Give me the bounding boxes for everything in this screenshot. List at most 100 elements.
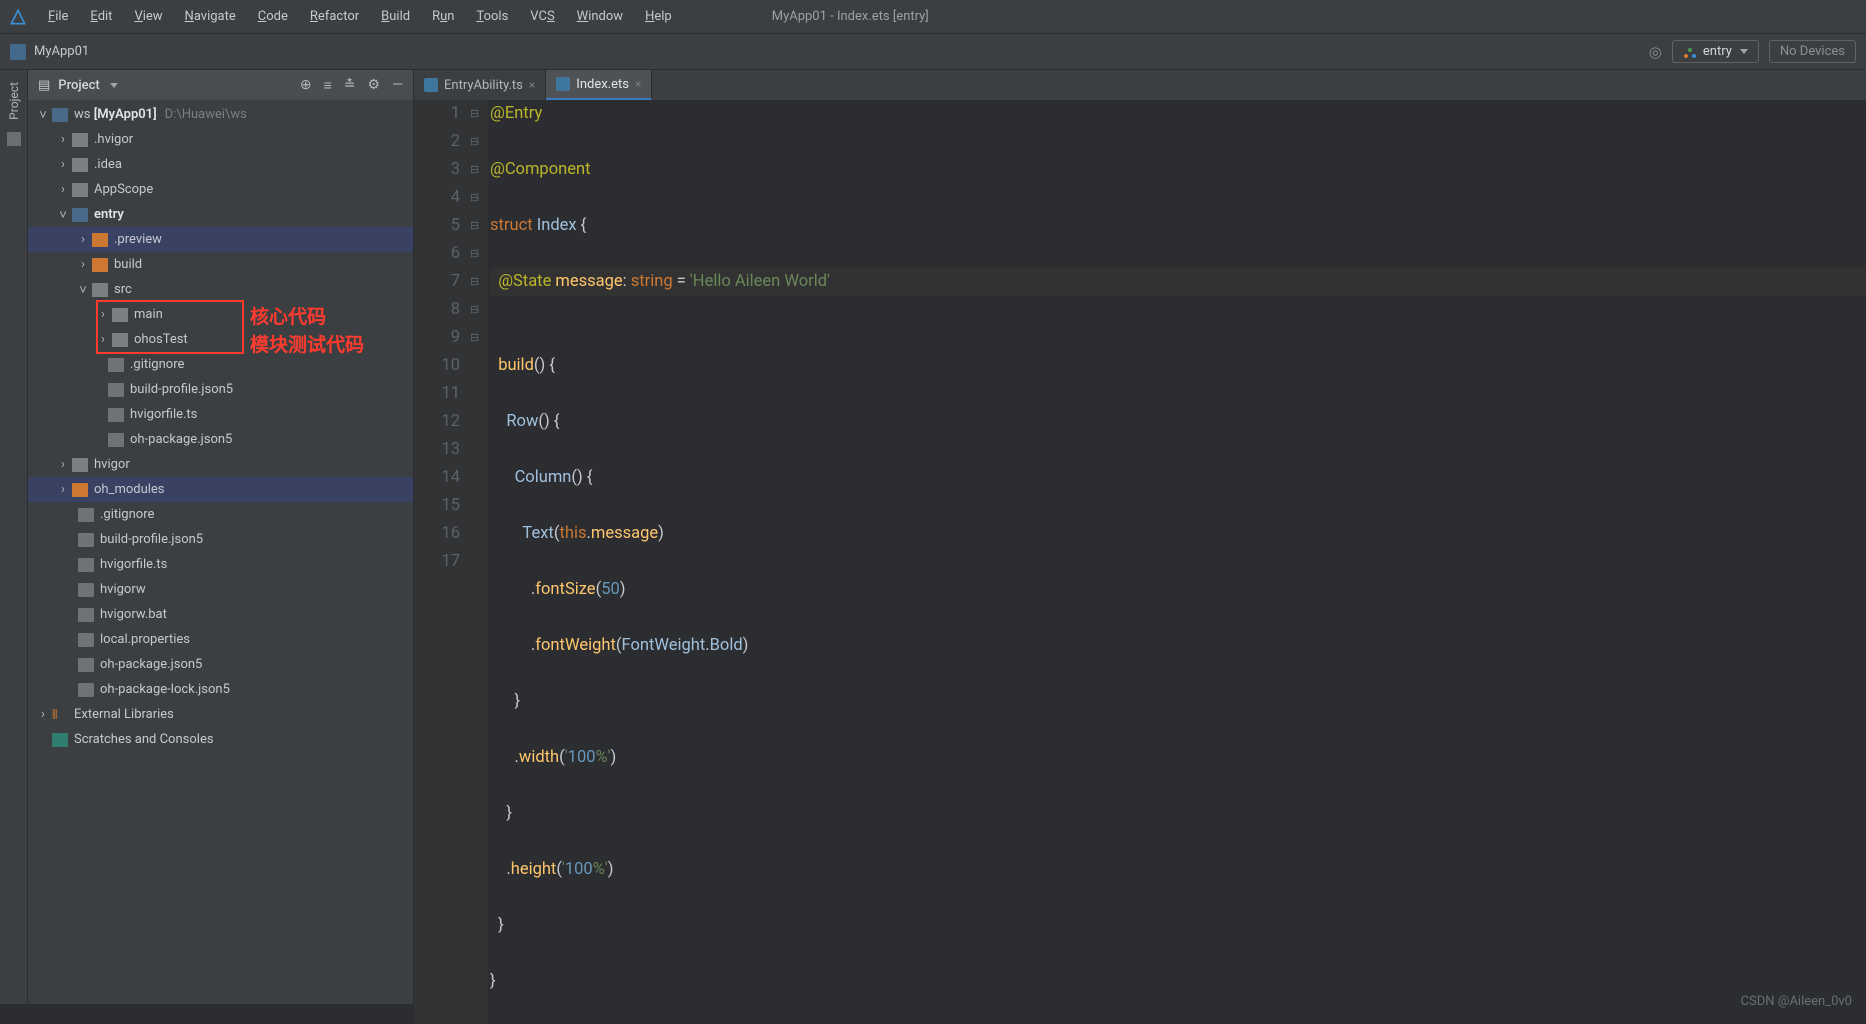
menu-run[interactable]: Run [422, 5, 464, 28]
tree-file[interactable]: oh-package-lock.json5 [28, 677, 413, 702]
tree-root[interactable]: ˅ ws [MyApp01] D:\Huawei\ws [28, 102, 413, 127]
file-icon [108, 383, 124, 397]
chevron-right-icon[interactable]: › [58, 157, 68, 172]
ets-file-icon [556, 77, 570, 91]
collapse-icon[interactable]: ≛ [344, 77, 356, 94]
folder-icon [72, 483, 88, 497]
tab-entryability[interactable]: EntryAbility.ts× [414, 70, 546, 100]
code-editor[interactable]: 1234567891011121314151617 ⊟⊟⊟⊟⊟⊟⊟⊟⊟ @Ent… [414, 100, 1866, 1024]
menu-bar: File Edit View Navigate Code Refactor Bu… [0, 0, 1866, 34]
tree-file[interactable]: .gitignore [28, 502, 413, 527]
file-icon [78, 633, 94, 647]
tree-file[interactable]: hvigorw.bat [28, 602, 413, 627]
tree-file[interactable]: hvigorfile.ts [28, 402, 413, 427]
menu-build[interactable]: Build [371, 5, 420, 28]
file-icon [78, 683, 94, 697]
chevron-right-icon[interactable]: › [98, 307, 108, 322]
project-view-icon: ▤ [38, 78, 50, 93]
device-select[interactable]: No Devices [1769, 40, 1856, 63]
tab-index-ets[interactable]: Index.ets× [546, 70, 652, 100]
menu-view[interactable]: View [124, 5, 172, 28]
app-logo-icon [8, 7, 28, 27]
chevron-right-icon[interactable]: › [58, 132, 68, 147]
chevron-right-icon[interactable]: › [98, 332, 108, 347]
tree-file[interactable]: .gitignore [28, 352, 413, 377]
menu-code[interactable]: Code [248, 5, 298, 28]
menu-edit[interactable]: Edit [80, 5, 122, 28]
tree-file[interactable]: oh-package.json5 [28, 427, 413, 452]
file-icon [78, 583, 94, 597]
locate-icon[interactable]: ⊕ [300, 77, 312, 94]
tree-folder-entry[interactable]: ˅entry [28, 202, 413, 227]
library-icon: ⫴ [52, 708, 68, 722]
tree-file[interactable]: hvigorw [28, 577, 413, 602]
tree-folder-hvigor[interactable]: ›.hvigor [28, 127, 413, 152]
menu-tools[interactable]: Tools [466, 5, 518, 28]
tree-file[interactable]: local.properties [28, 627, 413, 652]
chevron-right-icon[interactable]: › [58, 182, 68, 197]
left-tool-strip: Project [0, 70, 28, 1004]
tree-folder-src[interactable]: ˅src [28, 277, 413, 302]
folder-icon [92, 233, 108, 247]
gear-icon[interactable]: ⚙ [368, 77, 381, 94]
tree-folder-ohmodules[interactable]: ›oh_modules [28, 477, 413, 502]
menu-help[interactable]: Help [635, 5, 682, 28]
project-panel-title[interactable]: Project [58, 78, 99, 93]
watermark: CSDN @Aileen_0v0 [1741, 988, 1852, 1016]
project-tree[interactable]: ˅ ws [MyApp01] D:\Huawei\ws ›.hvigor ›.i… [28, 100, 413, 1004]
scratches-icon [52, 733, 68, 747]
folder-icon [112, 308, 128, 322]
tree-external-libraries[interactable]: ›⫴External Libraries [28, 702, 413, 727]
ts-file-icon [424, 78, 438, 92]
folder-icon [92, 258, 108, 272]
menu-window[interactable]: Window [567, 5, 633, 28]
breadcrumb[interactable]: MyApp01 [34, 44, 89, 59]
tree-file[interactable]: hvigorfile.ts [28, 552, 413, 577]
chevron-right-icon[interactable]: › [58, 457, 68, 472]
tree-file[interactable]: oh-package.json5 [28, 652, 413, 677]
menu-navigate[interactable]: Navigate [175, 5, 246, 28]
menu-vcs[interactable]: VCS [520, 5, 564, 28]
tree-file[interactable]: build-profile.json5 [28, 377, 413, 402]
editor-area: EntryAbility.ts× Index.ets× 123456789101… [414, 70, 1866, 1004]
code-content[interactable]: @Entry @Component struct Index { @State … [488, 100, 1866, 1024]
chevron-down-icon[interactable]: ˅ [38, 107, 48, 123]
file-icon [78, 558, 94, 572]
file-icon [78, 508, 94, 522]
chevron-right-icon[interactable]: › [78, 232, 88, 247]
module-icon [10, 44, 26, 60]
chevron-right-icon[interactable]: › [58, 482, 68, 497]
tree-folder-preview[interactable]: ›.preview [28, 227, 413, 252]
run-config-select[interactable]: entry [1672, 40, 1759, 63]
tree-folder-hvigor2[interactable]: ›hvigor [28, 452, 413, 477]
menu-refactor[interactable]: Refactor [300, 5, 369, 28]
chevron-down-icon[interactable] [110, 83, 118, 88]
file-icon [78, 658, 94, 672]
tree-folder-ohostest[interactable]: ›ohosTest [28, 327, 413, 352]
sidebar-tool-icon[interactable] [7, 132, 21, 146]
tree-file[interactable]: build-profile.json5 [28, 527, 413, 552]
tree-scratches[interactable]: Scratches and Consoles [28, 727, 413, 752]
expand-icon[interactable]: ≡ [324, 77, 332, 94]
chevron-right-icon[interactable]: › [78, 257, 88, 272]
tree-folder-build[interactable]: ›build [28, 252, 413, 277]
menu-items: File Edit View Navigate Code Refactor Bu… [38, 5, 682, 28]
harmony-icon [1683, 45, 1697, 59]
close-icon[interactable]: × [635, 77, 641, 91]
sidebar-tab-project[interactable]: Project [7, 78, 21, 124]
chevron-down-icon[interactable]: ˅ [58, 207, 68, 223]
folder-icon [72, 158, 88, 172]
folder-icon [92, 283, 108, 297]
chevron-down-icon[interactable]: ˅ [78, 282, 88, 298]
close-icon[interactable]: × [529, 78, 535, 92]
target-icon[interactable]: ◎ [1649, 43, 1662, 61]
tree-folder-appscope[interactable]: ›AppScope [28, 177, 413, 202]
fold-column[interactable]: ⊟⊟⊟⊟⊟⊟⊟⊟⊟ [470, 100, 488, 1024]
chevron-right-icon[interactable]: › [38, 707, 48, 722]
tree-folder-idea[interactable]: ›.idea [28, 152, 413, 177]
folder-icon [72, 183, 88, 197]
project-panel-header: ▤ Project ⊕ ≡ ≛ ⚙ — [28, 70, 413, 100]
hide-panel-icon[interactable]: — [392, 77, 403, 94]
tree-folder-main[interactable]: ›main [28, 302, 413, 327]
menu-file[interactable]: File [38, 5, 78, 28]
